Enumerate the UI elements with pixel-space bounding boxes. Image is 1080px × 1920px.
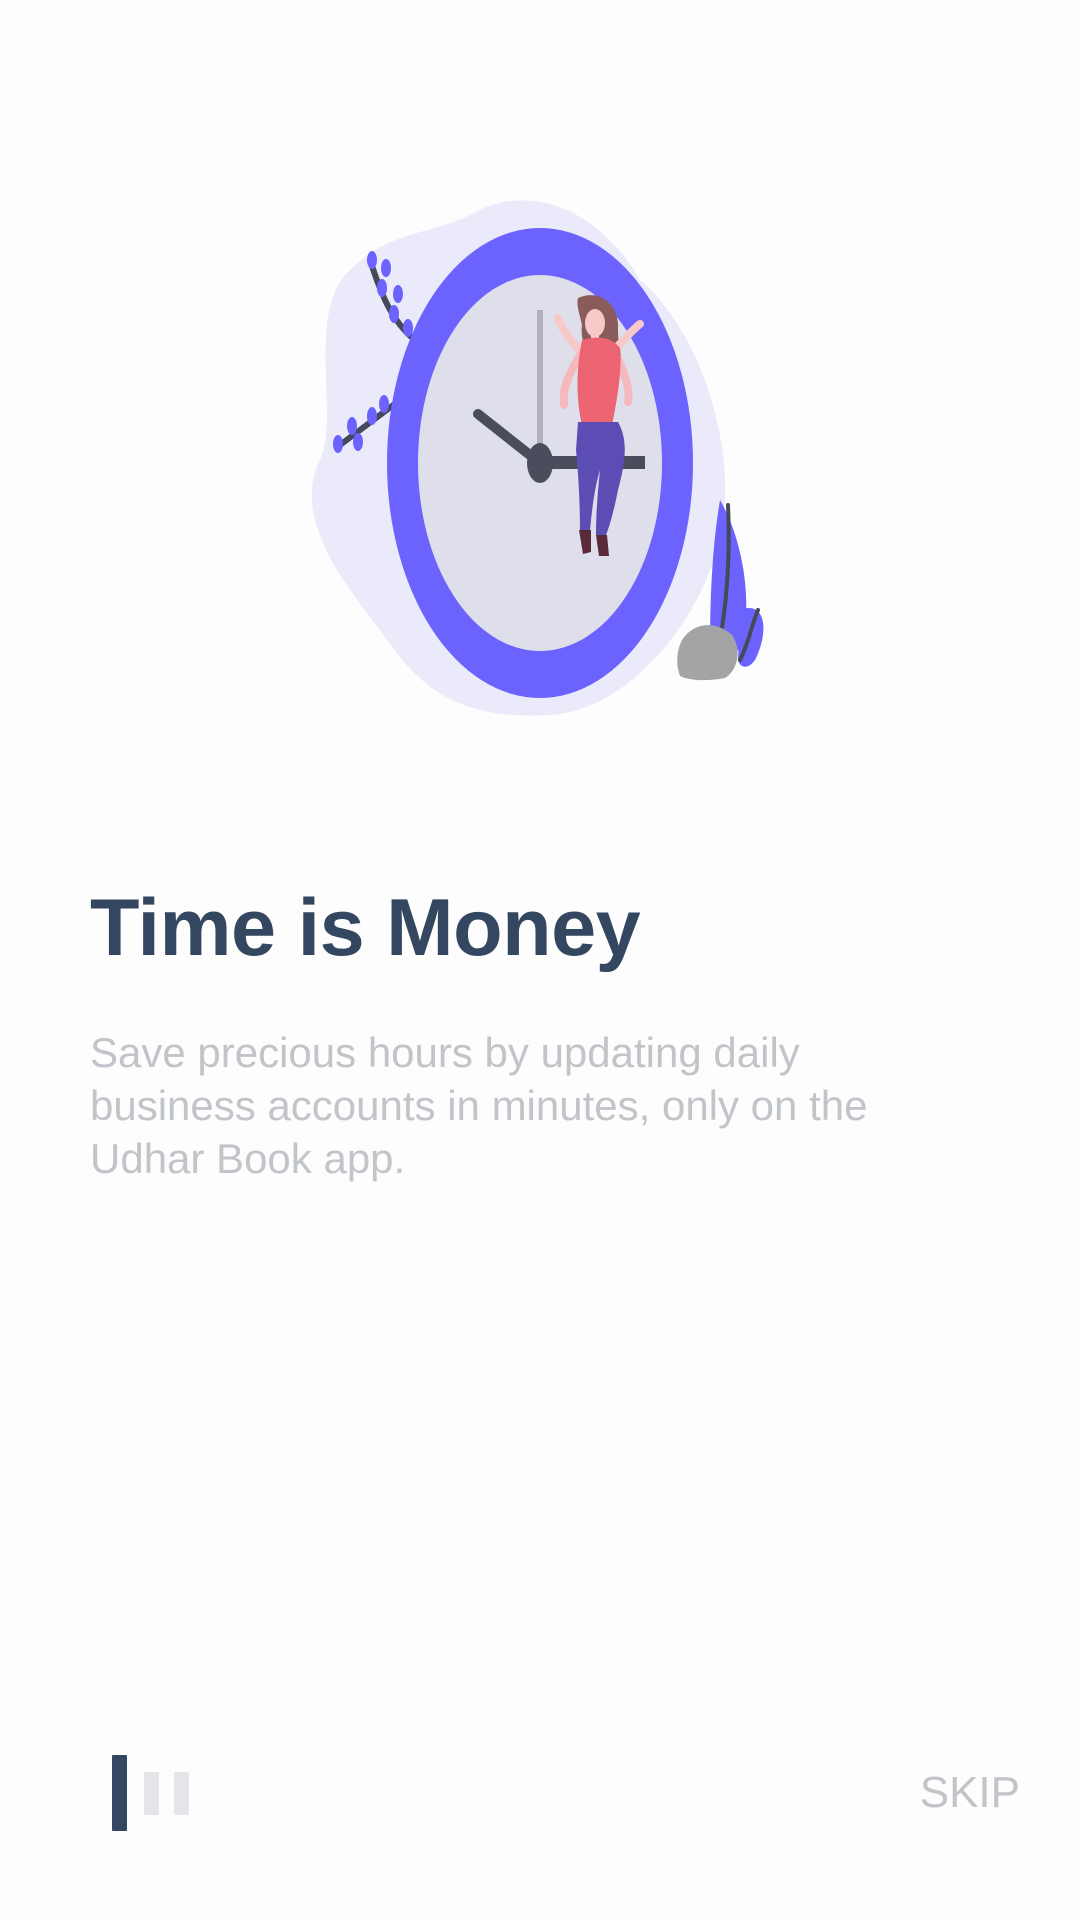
- page-indicator-dot-1: [112, 1755, 127, 1831]
- onboarding-screen: Time is Money Save precious hours by upd…: [0, 0, 1080, 1920]
- clock-woman-illustration: [300, 190, 780, 730]
- page-description: Save precious hours by updating daily bu…: [90, 1029, 868, 1182]
- skip-button[interactable]: SKIP: [920, 1765, 1020, 1821]
- page-indicator-dot-3: [174, 1772, 189, 1815]
- page-indicator-dot-2: [144, 1772, 159, 1815]
- page-title: Time is Money: [90, 883, 641, 973]
